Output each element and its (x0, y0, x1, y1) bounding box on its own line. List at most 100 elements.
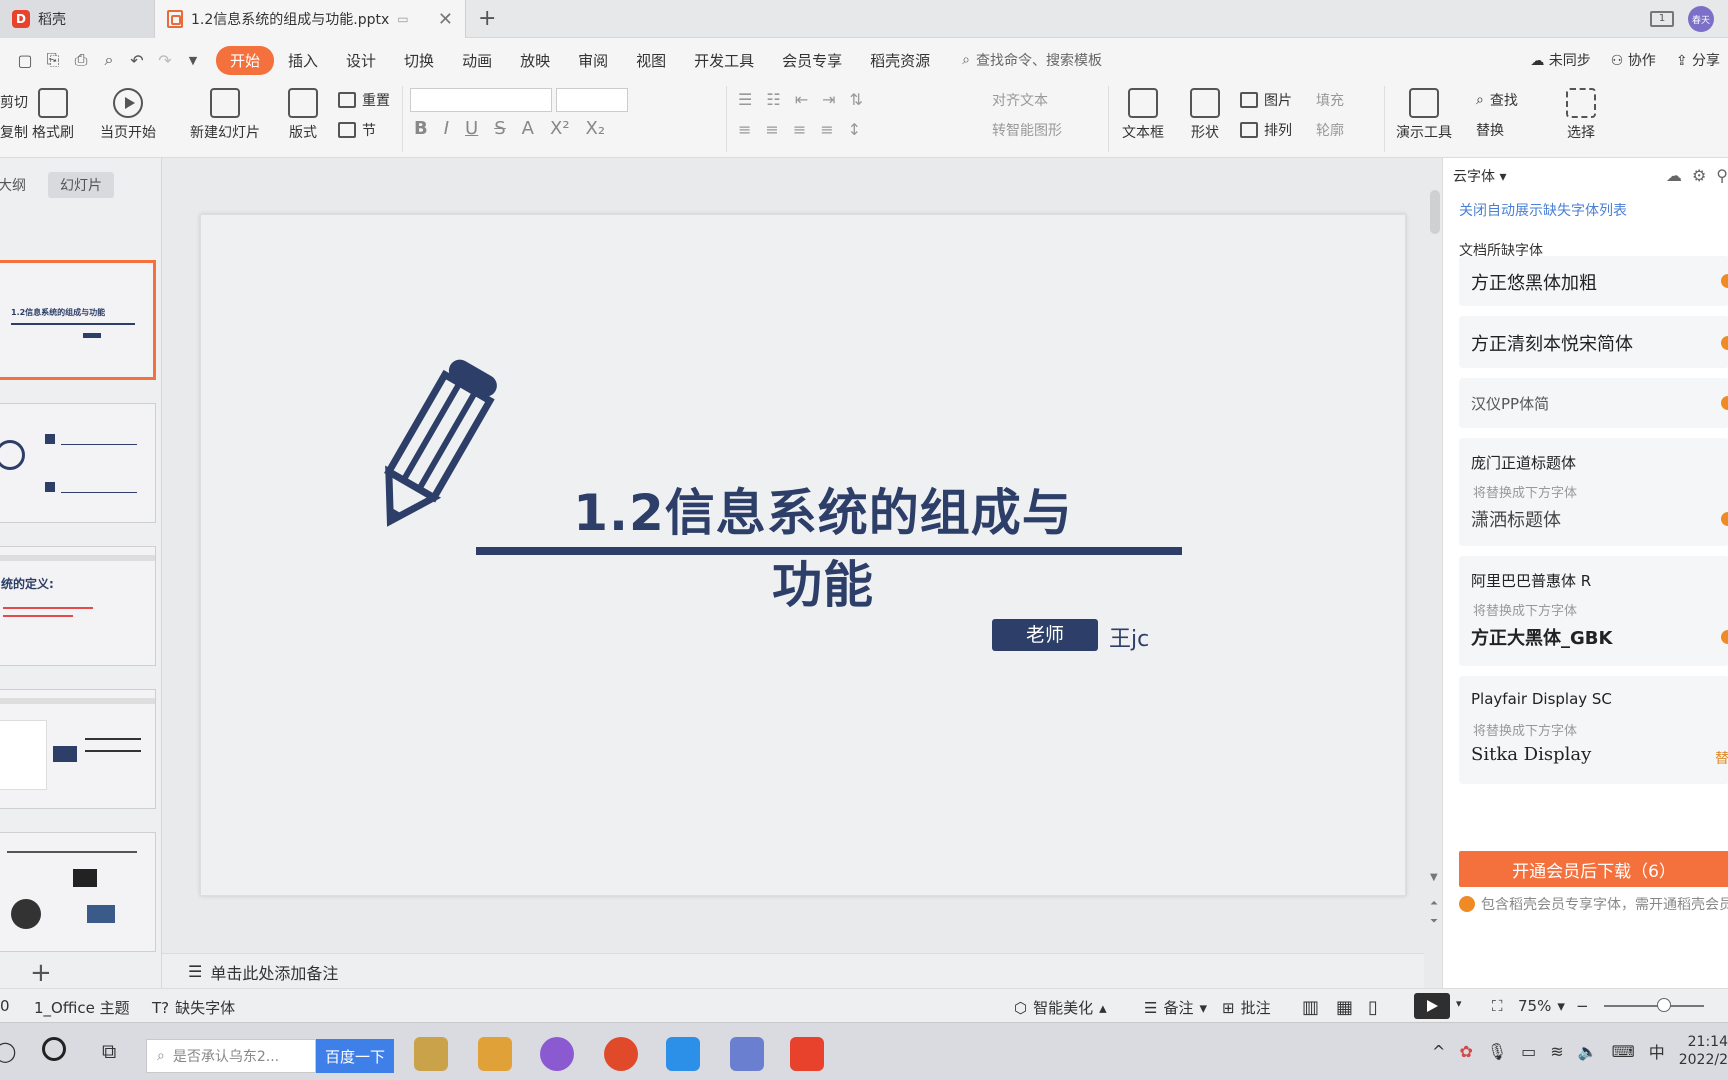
menu-developer[interactable]: 开发工具 (680, 46, 768, 75)
smart-beautify-button[interactable]: ⬡ 智能美化 ▴ (1014, 997, 1107, 1018)
clock[interactable]: 21:14 2022/2 (1679, 1033, 1728, 1069)
menu-docer-resources[interactable]: 稻壳资源 (856, 46, 944, 75)
volume-icon[interactable]: 🔈 (1578, 1042, 1598, 1061)
align-left-icon[interactable]: ≡ (738, 120, 751, 139)
tab-slides[interactable]: 幻灯片 (48, 172, 114, 198)
avatar[interactable]: 春天 (1688, 6, 1714, 32)
slideshow-play-button[interactable] (1414, 993, 1450, 1019)
print-preview-icon[interactable]: ⌕ (100, 50, 118, 70)
slideshow-dropdown-icon[interactable]: ▾ (1456, 997, 1462, 1010)
menu-review[interactable]: 审阅 (564, 46, 622, 75)
format-painter-button[interactable]: 格式刷 (32, 88, 74, 142)
redo-icon[interactable]: ↷ (156, 51, 174, 70)
menu-start[interactable]: 开始 (216, 45, 275, 75)
battery-icon[interactable]: ▭ (1521, 1042, 1536, 1061)
taskbar-app-tool-icon[interactable] (478, 1037, 512, 1071)
save-icon[interactable]: ▢ (16, 51, 34, 70)
keyboard-icon[interactable]: ⌨ (1612, 1042, 1635, 1061)
slide-thumbnail-1[interactable]: 1.2信息系统的组成与功能 (0, 260, 156, 380)
outline-button[interactable]: 轮廓 (1316, 120, 1344, 140)
strikethrough-icon[interactable]: S (494, 118, 505, 139)
taskbar-app-ccleaner-icon[interactable] (604, 1037, 638, 1071)
comment-icon[interactable]: ☁ (1666, 166, 1682, 185)
numbered-list-icon[interactable]: ☷ (766, 90, 780, 109)
zoom-slider[interactable] (1604, 1005, 1704, 1007)
taskbar-search[interactable]: ⌕ 是否承认乌东2... (146, 1039, 316, 1073)
decrease-indent-icon[interactable]: ⇤ (795, 90, 808, 109)
microphone-icon[interactable]: 🎙 (1487, 1042, 1507, 1061)
italic-icon[interactable]: I (444, 118, 449, 139)
taskbar-app-lock-icon[interactable] (414, 1037, 448, 1071)
slide-thumbnail-4[interactable] (0, 689, 156, 809)
underline-icon[interactable]: U (465, 118, 478, 139)
pin-icon[interactable]: ⚲ (1716, 166, 1728, 185)
menu-animation[interactable]: 动画 (448, 46, 506, 75)
command-search[interactable]: ⌕ 查找命令、搜索模板 (962, 50, 1102, 70)
section-button[interactable]: 节 (338, 120, 376, 140)
present-tools-button[interactable]: 演示工具 (1396, 88, 1452, 142)
comments-button[interactable]: ⊞ 批注 (1222, 997, 1271, 1018)
scrollbar-thumb[interactable] (1430, 190, 1440, 234)
missing-font-card-6[interactable]: Playfair Display SC 将替换成下方字体 Sitka Displ… (1459, 676, 1728, 784)
replace-button[interactable]: 替换 (1476, 120, 1504, 140)
baidu-search-button[interactable]: 百度一下 (316, 1039, 394, 1073)
missing-font-card-4[interactable]: 庞门正道标题体 将替换成下方字体 潇洒标题体 (1459, 438, 1728, 546)
cut-button[interactable]: 剪切 (0, 92, 28, 112)
arrange-button[interactable]: 排列 (1240, 120, 1292, 140)
sync-button[interactable]: ☁ 未同步 (1530, 50, 1590, 70)
zoom-out-icon[interactable]: − (1576, 997, 1589, 1015)
bullet-list-icon[interactable]: ☰ (738, 90, 752, 109)
share-button[interactable]: ⇪ 分享 (1676, 50, 1720, 70)
menu-view[interactable]: 视图 (622, 46, 680, 75)
undo-icon[interactable]: ↶ (128, 51, 146, 70)
bold-icon[interactable]: B (414, 118, 428, 139)
close-tab-icon[interactable]: ✕ (438, 9, 453, 30)
start-icon[interactable]: ◯ (0, 1039, 16, 1063)
play-from-current-button[interactable]: 当页开始 (100, 88, 156, 142)
slide-canvas[interactable]: 1.2信息系统的组成与功能 老师 王jc (200, 214, 1406, 896)
justify-icon[interactable]: ≡ (820, 120, 833, 139)
slide-thumbnail-5[interactable] (0, 832, 156, 952)
export-pdf-icon[interactable]: ⎘ (44, 50, 62, 70)
print-icon[interactable]: ⎙ (72, 50, 90, 70)
notes-toggle-button[interactable]: ☰ 备注 ▾ (1144, 997, 1207, 1018)
missing-font-card-2[interactable]: 方正清刻本悦宋简体 (1459, 316, 1728, 368)
missing-font-card-5[interactable]: 阿里巴巴普惠体 R 将替换成下方字体 方正大黑体_GBK (1459, 556, 1728, 666)
sorter-view-icon[interactable]: ▦ (1336, 997, 1353, 1018)
screen-icon[interactable]: ▭ (397, 12, 408, 26)
font-color-icon[interactable]: A (522, 118, 534, 139)
missing-font-card-1[interactable]: 方正悠黑体加粗 (1459, 256, 1728, 306)
task-view-icon[interactable]: ⧉ (102, 1039, 116, 1063)
superscript-icon[interactable]: X² (550, 118, 570, 139)
tab-document[interactable]: 1.2信息系统的组成与功能.pptx ▭ ✕ (154, 0, 466, 38)
taskbar-app-dolphin-icon[interactable] (730, 1037, 764, 1071)
close-auto-show-link[interactable]: 关闭自动展示缺失字体列表 (1459, 200, 1627, 220)
cortana-icon[interactable] (42, 1037, 66, 1061)
add-slide-icon[interactable]: + (30, 958, 52, 988)
font-size-select[interactable] (556, 88, 628, 112)
zoom-slider-knob[interactable] (1657, 998, 1671, 1012)
teacher-badge[interactable]: 老师 (992, 619, 1098, 651)
picture-button[interactable]: 图片 (1240, 90, 1292, 110)
new-slide-button[interactable]: 新建幻灯片 (190, 88, 260, 142)
fill-button[interactable]: 填充 (1316, 90, 1344, 110)
slide-title[interactable]: 1.2信息系统的组成与功能 (563, 473, 1083, 617)
subscript-icon[interactable]: X₂ (586, 118, 606, 139)
menu-member[interactable]: 会员专享 (768, 46, 856, 75)
cloud-font-dropdown[interactable]: 云字体 ▾ (1453, 166, 1506, 186)
taskbar-app-wps-icon[interactable] (790, 1037, 824, 1071)
menu-insert[interactable]: 插入 (274, 46, 332, 75)
zoom-level[interactable]: 75% ▾ (1518, 997, 1565, 1015)
previous-slide-icon[interactable]: ⏶ (1430, 898, 1438, 909)
align-center-icon[interactable]: ≡ (765, 120, 778, 139)
shape-button[interactable]: 形状 (1190, 88, 1220, 142)
scroll-down-icon[interactable]: ▼ (1430, 872, 1438, 883)
teacher-name[interactable]: 王jc (1109, 621, 1149, 653)
missing-fonts-button[interactable]: T? 缺失字体 (152, 997, 235, 1018)
settings-gear-icon[interactable]: ⚙ (1692, 166, 1706, 185)
reset-button[interactable]: 重置 (338, 90, 390, 110)
tray-app-icon[interactable]: ✿ (1459, 1042, 1472, 1061)
text-direction-icon[interactable]: ⇅ (850, 90, 863, 109)
slide-thumbnail-3[interactable]: 统的定义: (0, 546, 156, 666)
fit-window-icon[interactable]: ⛶ (1492, 997, 1503, 1015)
